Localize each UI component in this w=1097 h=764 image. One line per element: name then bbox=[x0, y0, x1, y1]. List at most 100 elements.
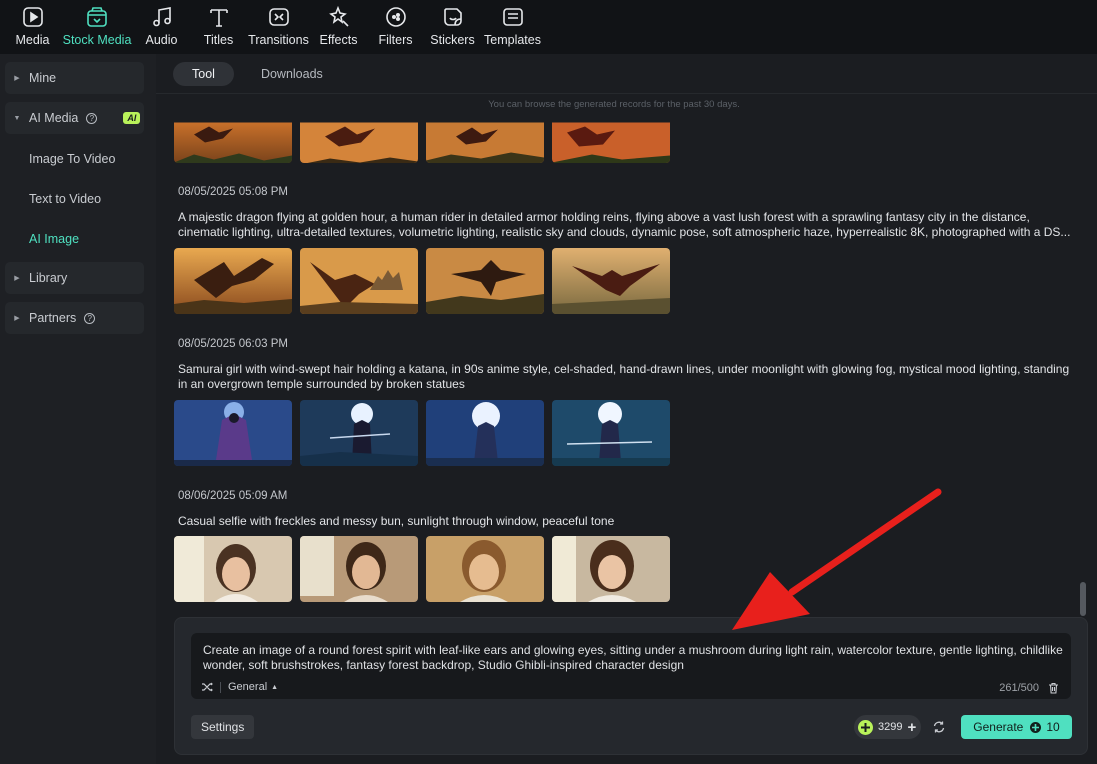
toolbar-filters[interactable]: Filters bbox=[367, 0, 424, 54]
image-thumbnail[interactable] bbox=[426, 248, 544, 314]
ai-badge: AI bbox=[123, 112, 141, 124]
record-time: 08/05/2025 06:03 PM bbox=[178, 338, 288, 350]
thumbnail-row bbox=[174, 536, 670, 602]
thumbnail-row bbox=[174, 114, 670, 163]
records-feed[interactable]: 08/05/2025 05:08 PM A majestic dragon fl… bbox=[156, 112, 1072, 614]
sidebar-item-partners[interactable]: ▶ Partners ? bbox=[5, 302, 144, 334]
image-thumbnail[interactable] bbox=[552, 536, 670, 602]
filters-icon bbox=[385, 7, 406, 27]
settings-button[interactable]: Settings bbox=[191, 715, 255, 739]
sidebar-item-label: Library bbox=[29, 271, 68, 285]
templates-icon bbox=[502, 8, 523, 26]
transitions-icon bbox=[268, 8, 289, 26]
image-thumbnail[interactable] bbox=[174, 248, 292, 314]
record-time: 08/05/2025 05:08 PM bbox=[178, 186, 288, 198]
main-panel: Tool Downloads You can browse the genera… bbox=[156, 54, 1097, 764]
image-thumbnail[interactable] bbox=[426, 400, 544, 466]
image-thumbnail[interactable] bbox=[300, 536, 418, 602]
generate-button[interactable]: Generate 10 bbox=[961, 715, 1072, 739]
prompt-composer: Create an image of a round forest spirit… bbox=[174, 617, 1088, 755]
help-icon[interactable]: ? bbox=[86, 112, 98, 124]
image-thumbnail[interactable] bbox=[552, 400, 670, 466]
toolbar-stock-media[interactable]: Stock Media bbox=[61, 0, 133, 54]
toolbar-titles[interactable]: Titles bbox=[190, 0, 247, 54]
prompt-input-box[interactable]: Create an image of a round forest spirit… bbox=[191, 633, 1071, 699]
image-thumbnail[interactable] bbox=[300, 114, 418, 163]
toolbar-effects[interactable]: Effects bbox=[310, 0, 367, 54]
top-toolbar: Media Stock Media Audio Titles Transitio… bbox=[0, 0, 1097, 54]
toolbar-label: Templates bbox=[484, 33, 541, 47]
toolbar-templates[interactable]: Templates bbox=[481, 0, 544, 54]
record-prompt: Samurai girl with wind-swept hair holdin… bbox=[178, 362, 1070, 391]
sidebar-item-library[interactable]: ▶ Library bbox=[5, 262, 144, 294]
sidebar-item-ai-media[interactable]: ▼ AI Media ? AI bbox=[5, 102, 144, 134]
credits-count: 3299 bbox=[878, 721, 903, 733]
sidebar-item-ai-image[interactable]: AI Image bbox=[29, 232, 79, 246]
history-hint: You can browse the generated records for… bbox=[488, 99, 740, 110]
record-time: 08/06/2025 05:09 AM bbox=[178, 490, 288, 502]
sidebar-item-label: Mine bbox=[29, 71, 57, 85]
toolbar-media[interactable]: Media bbox=[4, 0, 61, 54]
sidebar-item-mine[interactable]: ▶ Mine bbox=[5, 62, 144, 94]
toolbar-label: Effects bbox=[319, 33, 358, 47]
char-counter: 261/500 bbox=[999, 682, 1039, 694]
tab-bar: Tool Downloads bbox=[173, 62, 342, 86]
thumbnail-row bbox=[174, 248, 670, 314]
credit-coin-icon bbox=[858, 719, 873, 735]
caret-right-icon: ▶ bbox=[14, 75, 20, 82]
divider bbox=[156, 93, 1097, 94]
sidebar: ▶ Mine ▼ AI Media ? AI Image To Video Te… bbox=[0, 54, 156, 764]
image-thumbnail[interactable] bbox=[552, 114, 670, 163]
generate-cost: 10 bbox=[1046, 720, 1060, 734]
toolbar-label: Audio bbox=[145, 33, 178, 47]
scrollbar[interactable] bbox=[1080, 582, 1086, 616]
toolbar-audio[interactable]: Audio bbox=[133, 0, 190, 54]
toolbar-stickers[interactable]: Stickers bbox=[424, 0, 481, 54]
prompt-tools: General ▲ bbox=[201, 681, 278, 693]
image-thumbnail[interactable] bbox=[174, 400, 292, 466]
image-thumbnail[interactable] bbox=[552, 248, 670, 314]
generate-label: Generate bbox=[973, 720, 1024, 734]
audio-icon bbox=[152, 7, 171, 27]
caret-right-icon: ▶ bbox=[14, 275, 20, 282]
stock-media-icon bbox=[87, 7, 107, 27]
image-thumbnail[interactable] bbox=[300, 400, 418, 466]
record-prompt: A majestic dragon flying at golden hour,… bbox=[178, 210, 1071, 239]
prompt-input[interactable]: Create an image of a round forest spirit… bbox=[203, 643, 1063, 673]
toolbar-label: Filters bbox=[378, 33, 413, 47]
toolbar-label: Stickers bbox=[430, 33, 475, 47]
effects-icon bbox=[328, 6, 349, 27]
caret-right-icon: ▶ bbox=[14, 315, 20, 322]
media-icon bbox=[22, 7, 43, 27]
stickers-icon bbox=[443, 8, 462, 26]
image-thumbnail[interactable] bbox=[174, 536, 292, 602]
image-thumbnail[interactable] bbox=[426, 114, 544, 163]
style-dropdown[interactable]: General bbox=[228, 681, 267, 693]
help-icon[interactable]: ? bbox=[84, 312, 96, 324]
sidebar-item-label: Partners bbox=[29, 311, 77, 325]
shuffle-icon[interactable] bbox=[201, 682, 213, 692]
trash-icon[interactable] bbox=[1048, 682, 1059, 694]
sidebar-item-text-to-video[interactable]: Text to Video bbox=[29, 192, 101, 206]
image-thumbnail[interactable] bbox=[300, 248, 418, 314]
caret-up-icon: ▲ bbox=[271, 683, 279, 691]
toolbar-label: Titles bbox=[203, 33, 234, 47]
thumbnail-row bbox=[174, 400, 670, 466]
sidebar-item-image-to-video[interactable]: Image To Video bbox=[29, 152, 115, 166]
add-credits-icon[interactable]: + bbox=[907, 719, 916, 736]
image-thumbnail[interactable] bbox=[174, 114, 292, 163]
record-prompt: Casual selfie with freckles and messy bu… bbox=[178, 514, 615, 528]
credit-coin-icon bbox=[1030, 721, 1042, 733]
toolbar-transitions[interactable]: Transitions bbox=[247, 0, 310, 54]
refresh-icon[interactable] bbox=[932, 720, 946, 734]
toolbar-label: Stock Media bbox=[62, 33, 132, 47]
credits-pill[interactable]: 3299 + bbox=[854, 715, 922, 739]
titles-icon bbox=[209, 9, 228, 27]
tab-downloads[interactable]: Downloads bbox=[242, 62, 342, 86]
image-thumbnail[interactable] bbox=[426, 536, 544, 602]
tab-tool[interactable]: Tool bbox=[173, 62, 234, 86]
divider bbox=[220, 681, 221, 693]
toolbar-label: Media bbox=[15, 33, 50, 47]
sidebar-item-label: AI Media bbox=[29, 111, 79, 125]
toolbar-label: Transitions bbox=[248, 33, 309, 47]
